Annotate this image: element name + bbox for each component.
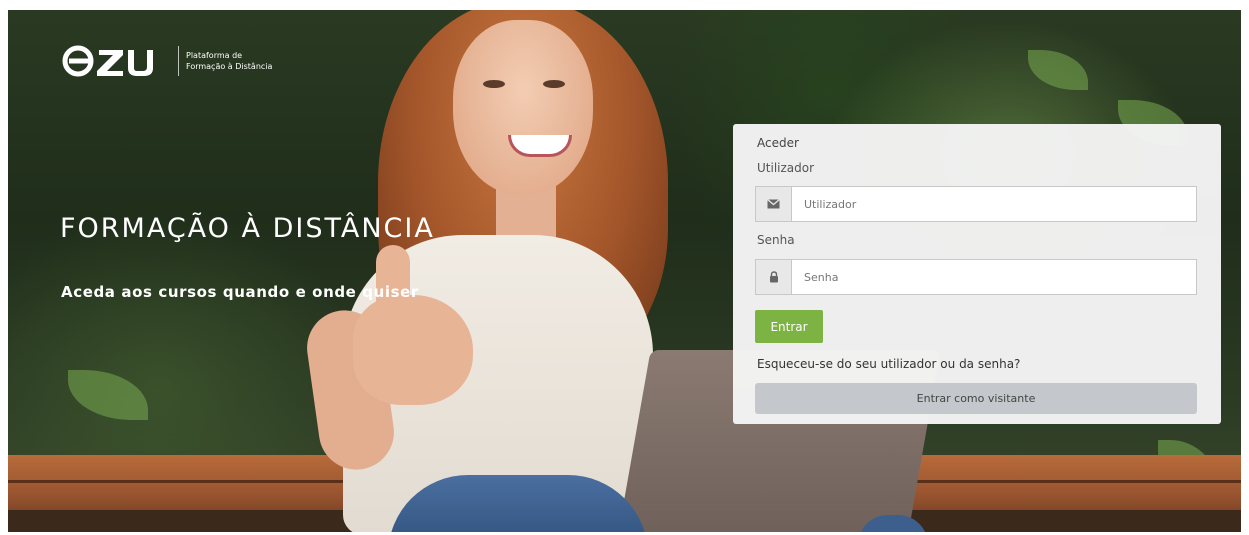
- login-card: Aceder Utilizador Senha Entrar Esqueceu-…: [733, 124, 1221, 424]
- login-button[interactable]: Entrar: [755, 310, 823, 343]
- forgot-credentials-link[interactable]: Esqueceu-se do seu utilizador ou da senh…: [757, 357, 1020, 371]
- username-label: Utilizador: [757, 161, 815, 175]
- logo-tagline-line1: Plataforma de: [186, 51, 243, 60]
- brand-logo[interactable]: Plataforma de Formação à Distância: [61, 44, 272, 78]
- hero-headline: FORMAÇÃO À DISTÂNCIA: [60, 213, 435, 244]
- leaf-decoration: [1028, 50, 1088, 90]
- password-input[interactable]: [792, 260, 1196, 294]
- person-face: [453, 20, 593, 195]
- person-eye: [483, 80, 505, 88]
- person-eye: [543, 80, 565, 88]
- password-input-group: [755, 259, 1197, 295]
- thumbs-up-fist: [353, 295, 473, 405]
- password-label: Senha: [757, 233, 795, 247]
- login-title: Aceder: [757, 136, 799, 150]
- logo-divider: [178, 46, 179, 76]
- hero-subline: Aceda aos cursos quando e onde quiser: [61, 283, 419, 301]
- guest-login-button[interactable]: Entrar como visitante: [755, 383, 1197, 414]
- logo-tagline-line2: Formação à Distância: [186, 62, 273, 71]
- username-input-group: [755, 186, 1197, 222]
- logo-tagline: Plataforma de Formação à Distância: [186, 50, 272, 72]
- ezu-logo-icon: [62, 45, 153, 77]
- envelope-icon: [756, 187, 792, 221]
- username-input[interactable]: [792, 187, 1196, 221]
- lock-icon: [756, 260, 792, 294]
- leaf-decoration: [68, 370, 148, 420]
